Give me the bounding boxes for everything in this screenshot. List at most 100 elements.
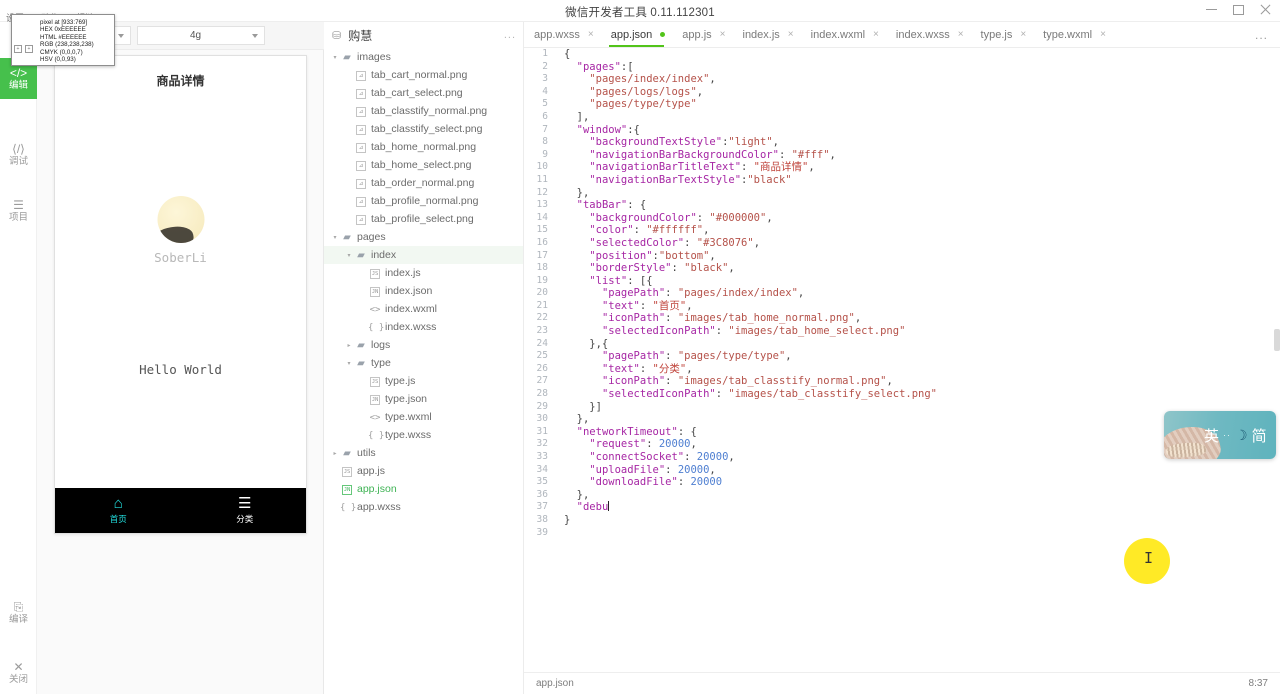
code-text: "text": "分类", — [556, 363, 693, 376]
rail-item-close[interactable]: ✕ 关闭 — [0, 652, 37, 693]
tree-node-label: index.json — [385, 285, 433, 297]
tree-node-label: tab_home_normal.png — [371, 141, 477, 153]
tree-file-tab-order-normal-png[interactable]: ⊿ tab_order_normal.png — [324, 174, 523, 192]
tree-file-index-wxss[interactable]: { } index.wxss — [324, 318, 523, 336]
code-line: 16 "selectedColor": "#3C8076", — [524, 237, 1280, 250]
tabbar-item-category[interactable]: ☰ 分类 — [182, 488, 307, 533]
editor-tab-index-wxml[interactable]: index.wxml × — [801, 22, 886, 47]
tree-folder-utils[interactable]: ▸ ▰ utils — [324, 444, 523, 462]
tree-file-index-wxml[interactable]: <> index.wxml — [324, 300, 523, 318]
explorer-more-icon[interactable]: ... — [504, 29, 516, 41]
chevron-right-icon[interactable]: ▸ — [330, 450, 340, 457]
ime-floating-widget[interactable]: 英 ·· ☽ 简 — [1164, 411, 1276, 459]
ime-mode-label[interactable]: 简 — [1252, 425, 1267, 446]
rail-item-debug[interactable]: ⟨/⟩ 调试 — [0, 134, 37, 175]
node-icon-wrap: ⊿ — [354, 87, 368, 99]
code-token: "connectSocket" — [589, 451, 685, 463]
tab-close-icon[interactable]: × — [958, 29, 964, 40]
code-line: 14 "backgroundColor": "#000000", — [524, 212, 1280, 225]
close-icon[interactable] — [1259, 3, 1272, 16]
editor-tab-app-json[interactable]: app.json — [601, 22, 673, 47]
tree-folder-type[interactable]: ▾ ▰ type — [324, 354, 523, 372]
code-token: } — [564, 513, 571, 526]
tab-close-icon[interactable]: × — [1100, 29, 1106, 40]
code-line: 15 "color": "#ffffff", — [524, 224, 1280, 237]
tree-file-tab-profile-normal-png[interactable]: ⊿ tab_profile_normal.png — [324, 192, 523, 210]
tree-file-app-json[interactable]: JN app.json — [324, 480, 523, 498]
tree-file-tab-home-normal-png[interactable]: ⊿ tab_home_normal.png — [324, 138, 523, 156]
picker-swatch-b[interactable]: + — [25, 45, 33, 53]
tab-close-icon[interactable]: × — [1020, 29, 1026, 40]
line-number: 7 — [542, 123, 548, 135]
moon-icon[interactable]: ☽ — [1235, 427, 1248, 444]
picker-swatch-a[interactable]: + — [14, 45, 22, 53]
editor-tab-type-wxml[interactable]: type.wxml × — [1033, 22, 1113, 47]
tree-file-index-json[interactable]: JN index.json — [324, 282, 523, 300]
scrollbar-thumb[interactable] — [1274, 329, 1280, 351]
line-number: 8 — [542, 136, 548, 148]
tree-file-tab-classtify-normal-png[interactable]: ⊿ tab_classtify_normal.png — [324, 102, 523, 120]
editor-tab-index-wxss[interactable]: index.wxss × — [886, 22, 971, 47]
tree-file-index-js[interactable]: JS index.js — [324, 264, 523, 282]
chevron-down-icon[interactable]: ▾ — [344, 360, 354, 367]
code-line: 6 ], — [524, 111, 1280, 124]
tree-file-type-wxml[interactable]: <> type.wxml — [324, 408, 523, 426]
code-token: "downloadFile" — [589, 476, 678, 489]
tree-file-type-json[interactable]: JN type.json — [324, 390, 523, 408]
code-token: :[ — [620, 60, 634, 73]
editor-tab-app-js[interactable]: app.js × — [672, 22, 732, 47]
minimize-icon[interactable] — [1205, 3, 1218, 16]
editor-tab-label: type.js — [980, 28, 1013, 41]
line-number: 9 — [542, 148, 548, 160]
tree-file-app-wxss[interactable]: { } app.wxss — [324, 498, 523, 516]
tree-file-type-js[interactable]: JS type.js — [324, 372, 523, 390]
maximize-icon[interactable] — [1232, 3, 1245, 16]
phone-simulator[interactable]: 商品详情 SoberLi Hello World ⌂ 首页 ☰ 分类 — [54, 55, 307, 534]
editor-tab-type-js[interactable]: type.js × — [971, 22, 1034, 47]
tree-file-tab-cart-normal-png[interactable]: ⊿ tab_cart_normal.png — [324, 66, 523, 84]
code-line: 11 "navigationBarTextStyle":"black" — [524, 174, 1280, 187]
tree-file-tab-cart-select-png[interactable]: ⊿ tab_cart_select.png — [324, 84, 523, 102]
chevron-down-icon[interactable]: ▾ — [330, 234, 340, 241]
code-area[interactable]: 1{2 "pages":[3 "pages/index/index", 4 "pa… — [524, 48, 1280, 672]
tree-node-label: type.json — [385, 393, 428, 405]
code-text: ], — [556, 111, 590, 124]
editor-tabs-overflow-icon[interactable]: ... — [1243, 22, 1280, 47]
chevron-right-icon[interactable]: ▸ — [344, 342, 354, 349]
code-token: }, — [564, 186, 590, 199]
tree-node-label: tab_order_normal.png — [371, 177, 475, 189]
rail-item-project[interactable]: ☰ 项目 — [0, 190, 37, 231]
ime-language-label[interactable]: 英 — [1204, 425, 1219, 446]
code-token: : — [671, 262, 685, 275]
tabbar-item-home[interactable]: ⌂ 首页 — [55, 488, 182, 533]
tree-file-tab-home-select-png[interactable]: ⊿ tab_home_select.png — [324, 156, 523, 174]
tree-folder-logs[interactable]: ▸ ▰ logs — [324, 336, 523, 354]
code-line: 3 "pages/index/index", — [524, 73, 1280, 86]
tree-file-tab-profile-select-png[interactable]: ⊿ tab_profile_select.png — [324, 210, 523, 228]
tab-close-icon[interactable]: × — [788, 29, 794, 40]
phone-nav-title: 商品详情 — [156, 74, 205, 88]
tree-folder-index[interactable]: ▾ ▰ index — [324, 246, 523, 264]
chevron-down-icon[interactable]: ▾ — [330, 54, 340, 61]
editor-tab-app-wxss[interactable]: app.wxss × — [524, 22, 601, 47]
chevron-down-icon[interactable]: ▾ — [344, 252, 354, 259]
tab-close-icon[interactable]: × — [588, 29, 594, 40]
code-line: 2 "pages":[ — [524, 61, 1280, 74]
line-number: 35 — [536, 476, 548, 488]
network-select[interactable]: 4g — [137, 26, 265, 45]
tree-folder-images[interactable]: ▾ ▰ images — [324, 48, 523, 66]
editor-tab-index-js[interactable]: index.js × — [733, 22, 801, 47]
file-tree: ▾ ▰ images ⊿ tab_cart_normal.png ⊿ tab_cart_se… — [324, 48, 523, 516]
tree-file-app-js[interactable]: JS app.js — [324, 462, 523, 480]
code-token: "images/tab_classtify_normal.png" — [677, 375, 887, 388]
code-line: 38} — [524, 514, 1280, 527]
rail-item-compile[interactable]: ⎘ 编译 — [0, 592, 37, 633]
tab-close-icon[interactable]: × — [720, 29, 726, 40]
tree-folder-pages[interactable]: ▾ ▰ pages — [324, 228, 523, 246]
tree-file-type-wxss[interactable]: { } type.wxss — [324, 426, 523, 444]
code-text: "tabBar": { — [556, 199, 647, 212]
tree-file-tab-classtify-select-png[interactable]: ⊿ tab_classtify_select.png — [324, 120, 523, 138]
tab-close-icon[interactable]: × — [873, 29, 879, 40]
